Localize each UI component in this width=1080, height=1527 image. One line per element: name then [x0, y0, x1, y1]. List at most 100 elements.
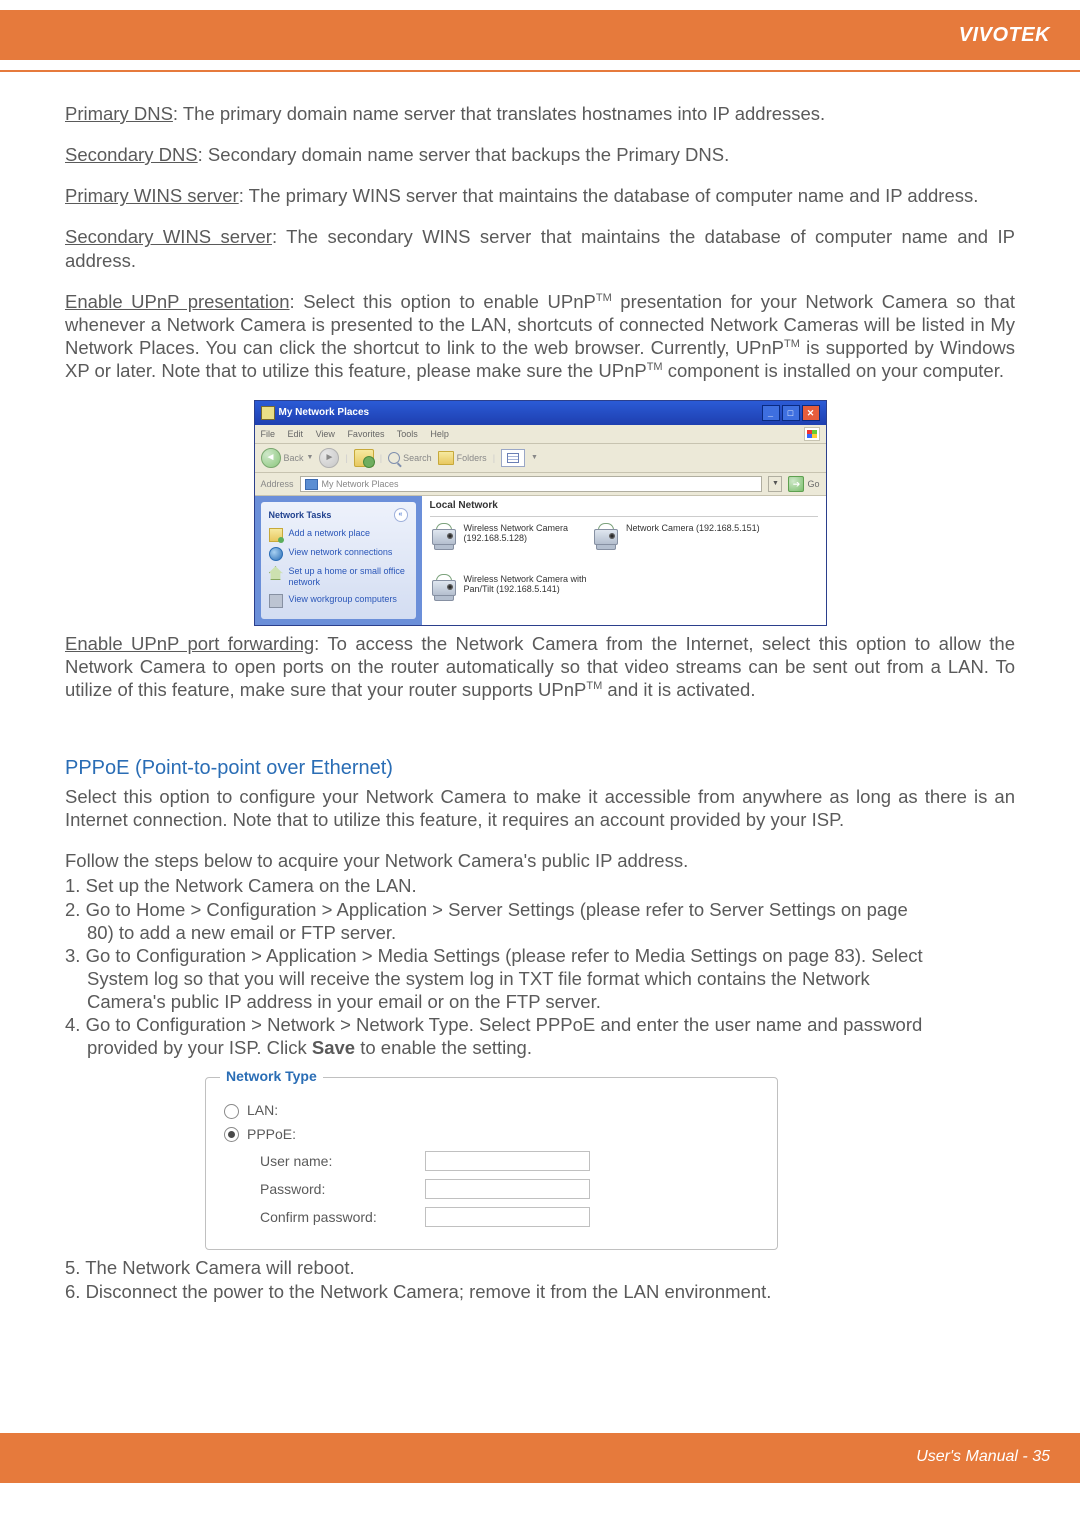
task-view-workgroup[interactable]: View workgroup computers: [269, 594, 408, 608]
menu-bar: File Edit View Favorites Tools Help: [255, 425, 826, 444]
footer-banner: User's Manual - 35: [0, 1433, 1080, 1483]
upnp-port-forwarding-label: Enable UPnP port forwarding: [65, 633, 314, 654]
secondary-dns-para: Secondary DNS: Secondary domain name ser…: [65, 143, 1015, 166]
step-2: 2. Go to Home > Configuration > Applicat…: [65, 898, 1015, 944]
menu-edit[interactable]: Edit: [288, 429, 304, 439]
minimize-button[interactable]: _: [762, 405, 780, 421]
address-value: My Network Places: [322, 479, 399, 490]
main-pane: Local Network Wireless Network Camera (1…: [422, 496, 826, 625]
task-add-network-place[interactable]: Add a network place: [269, 528, 408, 542]
pppoe-steps: 1. Set up the Network Camera on the LAN.…: [65, 874, 1015, 1059]
chevron-down-icon: ▼: [307, 454, 314, 463]
go-button[interactable]: ➔ Go: [788, 476, 819, 492]
close-button[interactable]: ✕: [802, 405, 820, 421]
side-pane: Network Tasks « Add a network place View…: [255, 496, 422, 625]
window-titlebar[interactable]: My Network Places _ □ ✕: [255, 401, 826, 425]
windows-flag-icon: [804, 427, 820, 441]
pppoe-radio[interactable]: [224, 1127, 239, 1142]
step-3: 3. Go to Configuration > Application > M…: [65, 944, 1015, 1013]
device-item[interactable]: Wireless Network Camera (192.168.5.128): [430, 523, 569, 550]
window-title: My Network Places: [279, 407, 370, 420]
task-view-connections[interactable]: View network connections: [269, 547, 408, 561]
step-4: 4. Go to Configuration > Network > Netwo…: [65, 1013, 1015, 1059]
camera-icon: [592, 523, 620, 550]
primary-wins-para: Primary WINS server: The primary WINS se…: [65, 184, 1015, 207]
pppoe-intro: Select this option to configure your Net…: [65, 785, 1015, 831]
network-places-window: My Network Places _ □ ✕ File Edit View F…: [254, 400, 827, 626]
upnp-port-forwarding-para: Enable UPnP port forwarding: To access t…: [65, 632, 1015, 701]
chevron-down-icon[interactable]: ▼: [531, 454, 538, 463]
device-label: Wireless Network Camera with Pan/Tilt (1…: [464, 574, 587, 596]
header-banner: VIVOTEK: [0, 10, 1080, 60]
form-legend: Network Type: [220, 1068, 323, 1086]
secondary-wins-label: Secondary WINS server: [65, 226, 272, 247]
panel-title: Network Tasks: [269, 510, 332, 521]
views-icon: [507, 453, 519, 463]
forward-button[interactable]: ►: [319, 448, 339, 468]
device-label: Network Camera (192.168.5.151): [626, 523, 760, 534]
network-type-form: Network Type LAN: PPPoE: User name: Pass…: [205, 1077, 778, 1250]
home-network-icon: [269, 566, 283, 580]
menu-help[interactable]: Help: [430, 429, 449, 439]
username-label: User name:: [260, 1153, 425, 1171]
search-button[interactable]: Search: [388, 452, 432, 464]
device-label: Wireless Network Camera (192.168.5.128): [464, 523, 569, 545]
back-button[interactable]: ◄ Back ▼: [261, 448, 314, 468]
menu-favorites[interactable]: Favorites: [347, 429, 384, 439]
pppoe-radio-label: PPPoE:: [247, 1126, 296, 1144]
camera-icon: [430, 574, 458, 601]
globe-icon: [269, 547, 283, 561]
step-6: 6. Disconnect the power to the Network C…: [65, 1280, 1015, 1303]
up-button[interactable]: [354, 449, 374, 467]
add-place-icon: [269, 528, 283, 542]
pppoe-radio-row[interactable]: PPPoE:: [224, 1126, 759, 1144]
folders-icon: [438, 451, 454, 465]
window-icon: [261, 406, 275, 420]
pppoe-steps-cont: 5. The Network Camera will reboot. 6. Di…: [65, 1256, 1015, 1302]
device-item[interactable]: Network Camera (192.168.5.151): [592, 523, 760, 550]
back-icon: ◄: [261, 448, 281, 468]
step-5: 5. The Network Camera will reboot.: [65, 1256, 1015, 1279]
section-local-network: Local Network: [430, 500, 818, 517]
folders-button[interactable]: Folders: [438, 451, 487, 465]
address-input[interactable]: My Network Places: [300, 476, 763, 492]
page-number: User's Manual - 35: [916, 1448, 1050, 1466]
primary-dns-para: Primary DNS: The primary domain name ser…: [65, 102, 1015, 125]
upnp-presentation-label: Enable UPnP presentation: [65, 291, 290, 312]
step-1: 1. Set up the Network Camera on the LAN.: [65, 874, 1015, 897]
address-bar: Address My Network Places ▼ ➔ Go: [255, 473, 826, 496]
search-icon: [388, 452, 400, 464]
pppoe-follow: Follow the steps below to acquire your N…: [65, 849, 1015, 872]
views-button[interactable]: [501, 449, 525, 467]
toolbar: ◄ Back ▼ ► | | Search Folders | ▼: [255, 444, 826, 473]
primary-dns-label: Primary DNS: [65, 103, 173, 124]
device-item[interactable]: Wireless Network Camera with Pan/Tilt (1…: [430, 574, 818, 601]
menu-view[interactable]: View: [316, 429, 335, 439]
password-label: Password:: [260, 1181, 425, 1199]
primary-wins-label: Primary WINS server: [65, 185, 239, 206]
address-icon: [305, 479, 318, 490]
camera-icon: [430, 523, 458, 550]
address-label: Address: [261, 479, 294, 490]
task-setup-network[interactable]: Set up a home or small office network: [269, 566, 408, 589]
upnp-presentation-para: Enable UPnP presentation: Select this op…: [65, 290, 1015, 383]
address-dropdown[interactable]: ▼: [768, 476, 782, 492]
window-body: Network Tasks « Add a network place View…: [255, 496, 826, 625]
pppoe-section-title: PPPoE (Point-to-point over Ethernet): [65, 756, 1015, 781]
username-input[interactable]: [425, 1151, 590, 1171]
menu-file[interactable]: File: [261, 429, 276, 439]
secondary-wins-para: Secondary WINS server: The secondary WIN…: [65, 225, 1015, 271]
secondary-dns-label: Secondary DNS: [65, 144, 198, 165]
collapse-button[interactable]: «: [394, 508, 408, 522]
brand-name: VIVOTEK: [959, 24, 1050, 47]
lan-radio[interactable]: [224, 1104, 239, 1119]
go-icon: ➔: [788, 476, 804, 492]
lan-radio-label: LAN:: [247, 1102, 278, 1120]
password-input[interactable]: [425, 1179, 590, 1199]
confirm-password-input[interactable]: [425, 1207, 590, 1227]
network-tasks-panel: Network Tasks « Add a network place View…: [261, 502, 416, 619]
maximize-button[interactable]: □: [782, 405, 800, 421]
confirm-password-label: Confirm password:: [260, 1209, 425, 1227]
menu-tools[interactable]: Tools: [397, 429, 418, 439]
lan-radio-row[interactable]: LAN:: [224, 1102, 759, 1120]
